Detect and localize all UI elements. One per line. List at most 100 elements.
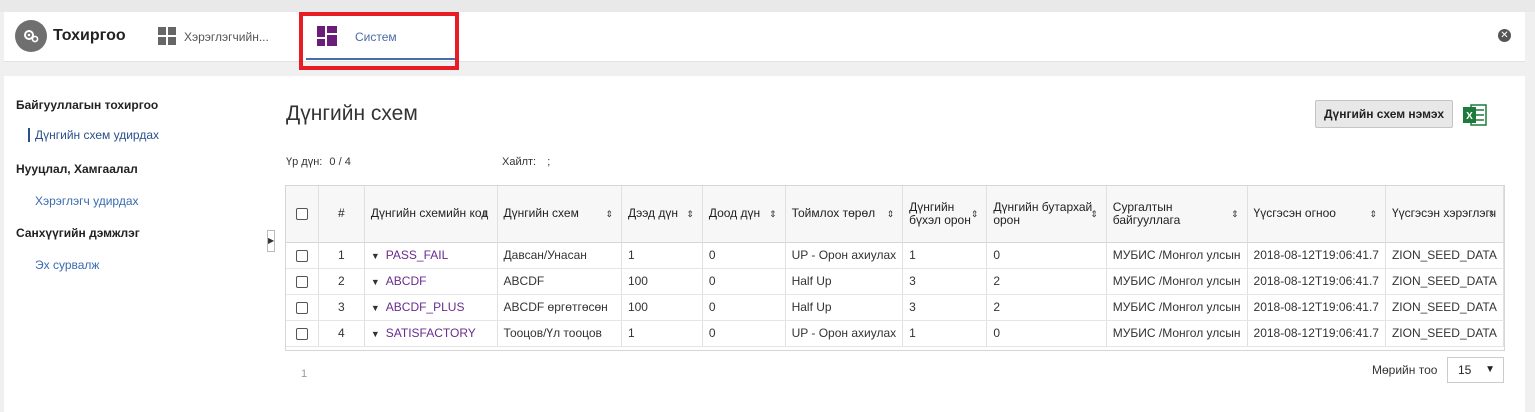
table-row[interactable]: 1 ▼ PASS_FAIL Давсан/Унасан 1 0 UP - Орон… bbox=[286, 242, 1504, 269]
column-header-max-label: Дээд дүн bbox=[627, 206, 679, 221]
row-max: 100 bbox=[621, 294, 703, 321]
sort-icon: ⇕ bbox=[1090, 209, 1098, 219]
caret-down-icon[interactable]: ▼ bbox=[371, 329, 380, 339]
pager-page-number[interactable]: 1 bbox=[301, 368, 307, 380]
row-rounding: UP - Орон ахиулах bbox=[785, 242, 904, 269]
scheme-code-link[interactable]: PASS_FAIL bbox=[386, 248, 448, 262]
row-checkbox[interactable] bbox=[295, 301, 308, 314]
column-header-max[interactable]: Дээд дүн ⇕ bbox=[621, 186, 703, 243]
row-created: 2018-08-12T19:06:41.7 bbox=[1247, 294, 1386, 321]
sort-icon: ⇕ bbox=[686, 209, 694, 219]
column-header-rounding[interactable]: Тоймлох төрөл ⇕ bbox=[785, 186, 904, 243]
row-code-cell: ▼ ABCDF_PLUS bbox=[364, 294, 498, 321]
row-org: МУБИС /Монгол улсын bbox=[1106, 320, 1248, 347]
row-int-digits: 3 bbox=[902, 268, 988, 295]
column-header-user[interactable]: Үүсгэсэн хэрэглэгч ⇕ bbox=[1385, 186, 1504, 243]
close-icon[interactable]: ✕ bbox=[1498, 29, 1511, 42]
sort-icon: ⇕ bbox=[1369, 209, 1377, 219]
chevron-down-icon: ▼ bbox=[1485, 364, 1495, 375]
sidebar-item-grade-scheme[interactable]: Дүнгийн схем удирдах bbox=[28, 128, 159, 142]
page-size-label: Мөрийн тоо bbox=[1372, 363, 1438, 377]
grade-scheme-table: # Дүнгийн схемийн код ⇕ Дүнгийн схем ⇕ Дээ… bbox=[285, 185, 1505, 351]
filter-info: Хайлт: ; bbox=[502, 156, 550, 168]
sort-icon: ⇕ bbox=[1230, 209, 1239, 219]
row-min: 0 bbox=[702, 320, 786, 347]
table-row[interactable]: 2 ▼ ABCDF ABCDF 100 0 Half Up 3 2 МУБИС /… bbox=[286, 268, 1504, 295]
row-int-digits: 3 bbox=[902, 294, 988, 321]
scheme-code-link[interactable]: ABCDF bbox=[386, 274, 427, 288]
row-name: Тооцов/Үл тооцов bbox=[497, 320, 622, 347]
column-header-dec-digits[interactable]: Дүнгийн бутархай орон ⇕ bbox=[986, 186, 1107, 243]
row-org: МУБИС /Монгол улсын bbox=[1106, 242, 1248, 269]
sidebar-item-sources[interactable]: Эх сурвалж bbox=[35, 258, 99, 272]
dashboard-icon bbox=[317, 25, 337, 49]
row-num: 1 bbox=[318, 242, 365, 269]
column-header-min[interactable]: Доод дүн ⇕ bbox=[702, 186, 786, 243]
tab-users[interactable]: Хэрэглэгчийн... bbox=[158, 12, 269, 62]
row-int-digits: 1 bbox=[902, 242, 988, 269]
row-user: ZION_SEED_DATA bbox=[1385, 242, 1504, 269]
column-header-code[interactable]: Дүнгийн схемийн код ⇕ bbox=[364, 186, 498, 243]
column-header-created-label: Үүсгэсэн огноо bbox=[1253, 206, 1336, 221]
sort-icon: ⇕ bbox=[605, 209, 613, 219]
excel-export-icon[interactable]: X bbox=[1463, 104, 1487, 129]
row-created: 2018-08-12T19:06:41.7 bbox=[1247, 320, 1386, 347]
scheme-code-link[interactable]: ABCDF_PLUS bbox=[386, 300, 465, 314]
row-min: 0 bbox=[702, 268, 786, 295]
table-row[interactable]: 4 ▼ SATISFACTORY Тооцов/Үл тооцов 1 0 UP … bbox=[286, 320, 1504, 347]
row-name: ABCDF өргөтгөсөн bbox=[497, 294, 622, 321]
scheme-code-link[interactable]: SATISFACTORY bbox=[386, 326, 476, 340]
sidebar: Байгууллагын тохиргоо Дүнгийн схем удирд… bbox=[4, 76, 264, 412]
sort-icon: ⇕ bbox=[886, 209, 895, 219]
row-rounding: Half Up bbox=[785, 268, 904, 295]
result-value: 0 / 4 bbox=[329, 156, 351, 168]
row-num: 4 bbox=[318, 320, 365, 347]
page-size-value: 15 bbox=[1458, 363, 1472, 377]
column-header-min-label: Доод дүн bbox=[708, 206, 761, 221]
row-dec-digits: 2 bbox=[986, 294, 1107, 321]
select-all-header bbox=[286, 186, 319, 243]
sidebar-collapse-handle[interactable]: ▶ bbox=[267, 230, 275, 252]
table-row[interactable]: 3 ▼ ABCDF_PLUS ABCDF өргөтгөсөн 100 0 Hal… bbox=[286, 294, 1504, 321]
caret-down-icon[interactable]: ▼ bbox=[371, 303, 380, 313]
row-created: 2018-08-12T19:06:41.7 bbox=[1247, 242, 1386, 269]
row-rounding: Half Up bbox=[785, 294, 904, 321]
sort-icon: ⇕ bbox=[769, 209, 777, 219]
row-user: ZION_SEED_DATA bbox=[1385, 320, 1504, 347]
page-title: Дүнгийн схем bbox=[286, 102, 418, 125]
row-rounding: UP - Орон ахиулах bbox=[785, 320, 904, 347]
select-all-checkbox[interactable] bbox=[295, 208, 308, 221]
window-top-strip bbox=[0, 0, 1535, 12]
row-checkbox[interactable] bbox=[295, 327, 308, 340]
column-header-int-digits-label: Дүнгийн бүхэл орон bbox=[909, 199, 971, 227]
sidebar-item-users[interactable]: Хэрэглэгч удирдах bbox=[35, 194, 139, 208]
row-checkbox[interactable] bbox=[295, 249, 308, 262]
row-select-cell bbox=[286, 242, 319, 269]
settings-gears-icon bbox=[15, 20, 47, 52]
tab-system[interactable]: Систем bbox=[306, 12, 458, 62]
row-select-cell bbox=[286, 268, 319, 295]
column-header-num: # bbox=[318, 186, 365, 243]
grid-icon bbox=[158, 26, 176, 48]
caret-down-icon[interactable]: ▼ bbox=[371, 251, 380, 261]
column-header-org-label: Сургалтын байгууллага bbox=[1112, 199, 1181, 227]
column-header-org[interactable]: Сургалтын байгууллага ⇕ bbox=[1106, 186, 1248, 243]
column-header-name-label: Дүнгийн схем bbox=[503, 206, 579, 221]
row-checkbox[interactable] bbox=[295, 275, 308, 288]
add-grade-scheme-button[interactable]: Дүнгийн схем нэмэх bbox=[1315, 100, 1453, 128]
row-org: МУБИС /Монгол улсын bbox=[1106, 294, 1248, 321]
caret-down-icon[interactable]: ▼ bbox=[371, 277, 380, 287]
row-select-cell bbox=[286, 320, 319, 347]
row-code-cell: ▼ SATISFACTORY bbox=[364, 320, 498, 347]
sidebar-group-organization: Байгууллагын тохиргоо bbox=[16, 98, 159, 112]
row-user: ZION_SEED_DATA bbox=[1385, 268, 1504, 295]
filter-label: Хайлт: bbox=[502, 156, 537, 168]
tab-users-label: Хэрэглэгчийн... bbox=[184, 30, 269, 44]
column-header-name[interactable]: Дүнгийн схем ⇕ bbox=[497, 186, 622, 243]
sort-icon: ⇕ bbox=[481, 209, 489, 219]
row-max: 1 bbox=[621, 242, 703, 269]
row-code-cell: ▼ ABCDF bbox=[364, 268, 498, 295]
column-header-int-digits[interactable]: Дүнгийн бүхэл орон ⇕ bbox=[902, 186, 988, 243]
column-header-created[interactable]: Үүсгэсэн огноо ⇕ bbox=[1247, 186, 1386, 243]
page-size-select[interactable]: 15 ▼ bbox=[1447, 357, 1504, 383]
